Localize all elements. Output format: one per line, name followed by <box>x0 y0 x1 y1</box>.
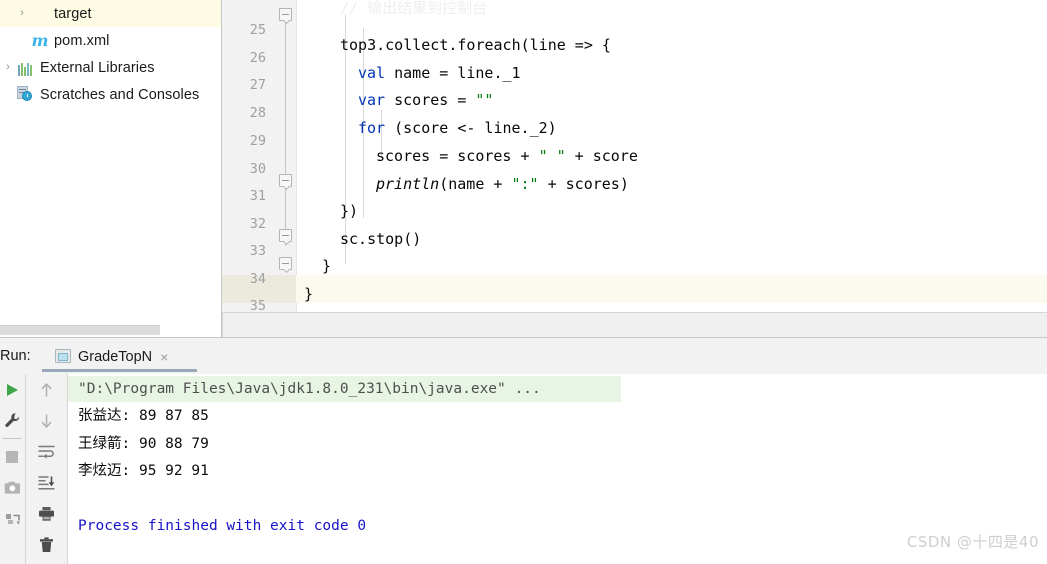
tree-item-external-libraries[interactable]: › External Libraries <box>0 54 222 81</box>
scratches-icon <box>16 85 36 104</box>
arrow-down-icon <box>39 413 54 429</box>
console-command-line: "D:\Program Files\Java\jdk1.8.0_231\bin\… <box>68 376 621 402</box>
tab-label: GradeTopN <box>78 348 153 365</box>
code-line[interactable]: 33 } <box>222 223 1047 275</box>
console-output-line: 王绿箭: 90 88 79 <box>78 436 209 452</box>
csdn-watermark: CSDN @十四是40 <box>906 533 1039 551</box>
code-line[interactable]: 31 }) <box>222 168 1047 220</box>
console-finish-line: Process finished with exit code 0 <box>78 518 367 534</box>
code-line[interactable]: 26 val name = line._1 <box>222 30 1047 82</box>
camera-icon <box>4 480 21 495</box>
up-button[interactable] <box>26 374 66 405</box>
code-line[interactable]: 32 sc.stop() <box>222 196 1047 248</box>
tab-active-underline <box>42 369 197 372</box>
tab-gradetopn[interactable]: GradeTopN × <box>55 345 168 368</box>
code-line[interactable]: 35 <box>222 278 1047 312</box>
editor-bottom-strip <box>222 312 1047 338</box>
screenshot-button[interactable] <box>0 472 24 503</box>
run-window-header: Run: GradeTopN × <box>0 338 1047 374</box>
print-button[interactable] <box>26 498 66 529</box>
console-output[interactable]: "D:\Program Files\Java\jdk1.8.0_231\bin\… <box>67 374 1047 564</box>
run-window-title: Run: <box>0 348 31 364</box>
libraries-icon <box>16 59 36 77</box>
chevron-right-icon[interactable]: › <box>0 62 16 73</box>
soft-wrap-icon <box>37 444 55 459</box>
tree-item-target[interactable]: › target <box>0 0 222 27</box>
soft-wrap-button[interactable] <box>26 436 66 467</box>
code-line[interactable]: 28 for (score <- line._2) <box>222 85 1047 137</box>
console-output-line: 李炫迈: 95 92 91 <box>78 463 209 479</box>
wrench-icon <box>4 412 21 429</box>
run-configuration-icon <box>55 349 72 364</box>
console-output-line: 张益达: 89 87 85 <box>78 408 209 424</box>
scrollbar-thumb[interactable] <box>0 326 158 335</box>
stop-icon <box>5 450 19 464</box>
maven-icon: m <box>31 30 49 50</box>
project-tree-panel[interactable]: › target m pom.xml › External Libraries … <box>0 0 222 325</box>
project-tree-horizontal-scrollbar[interactable] <box>0 325 160 335</box>
tree-item-label: Scratches and Consoles <box>40 86 200 103</box>
rerun-button[interactable] <box>0 374 24 405</box>
scroll-end-icon <box>37 475 55 491</box>
run-tool-window[interactable]: Run: GradeTopN × "D:\Program Files\Java\… <box>0 337 1047 564</box>
print-icon <box>38 506 55 522</box>
code-editor[interactable]: // 输出结果到控制台 25 top3.collect.foreach(line… <box>222 0 1047 312</box>
edit-configuration-button[interactable] <box>0 405 24 436</box>
close-icon[interactable]: × <box>160 350 168 364</box>
arrow-up-icon <box>39 382 54 398</box>
tree-item-pom-xml[interactable]: m pom.xml <box>0 27 222 54</box>
code-line[interactable]: 34 } <box>222 251 1047 303</box>
tree-item-scratches-and-consoles[interactable]: Scratches and Consoles <box>0 81 222 108</box>
stop-button[interactable] <box>0 441 24 472</box>
scroll-to-end-button[interactable] <box>26 467 66 498</box>
chevron-right-icon[interactable]: › <box>14 8 30 19</box>
thread-dump-icon <box>4 511 21 527</box>
code-line[interactable]: 30 println(name + ":" + scores) <box>222 141 1047 193</box>
panel-gap <box>160 325 222 337</box>
down-button[interactable] <box>26 405 66 436</box>
toolbar-separator <box>2 438 22 439</box>
tree-item-label: pom.xml <box>54 32 110 49</box>
tree-item-label: External Libraries <box>40 59 155 76</box>
code-line[interactable]: 29 scores = scores + " " + score <box>222 113 1047 165</box>
dump-threads-button[interactable] <box>0 503 24 534</box>
line-number: 35 <box>249 298 266 312</box>
folder-icon <box>30 5 50 23</box>
run-toolbar-left[interactable] <box>0 374 24 564</box>
code-line[interactable]: 25 top3.collect.foreach(line => { <box>222 2 1047 54</box>
play-icon <box>4 382 20 398</box>
clear-all-button[interactable] <box>26 529 66 560</box>
run-toolbar-secondary[interactable] <box>25 374 67 564</box>
trash-icon <box>39 536 54 553</box>
tree-item-label: target <box>54 5 92 22</box>
code-line[interactable]: 27 var scores = "" <box>222 57 1047 109</box>
